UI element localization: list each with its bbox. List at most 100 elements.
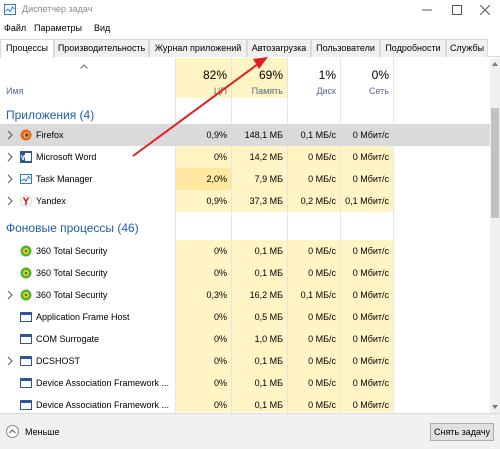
process-row-360-total-security[interactable]: 360 Total Security 0,3% 16,2 МБ 0,1 МБ/с… bbox=[0, 284, 490, 306]
disk-cell: 0,1 МБ/с bbox=[300, 130, 336, 140]
window-title: Диспетчер задач bbox=[22, 4, 93, 14]
memory-cell: 0,1 МБ bbox=[232, 394, 287, 412]
process-name: 360 Total Security bbox=[36, 268, 108, 278]
360-total-security-icon bbox=[20, 289, 32, 301]
application-window-icon bbox=[20, 400, 32, 410]
expand-chevron-icon[interactable] bbox=[6, 152, 14, 162]
expand-chevron-icon[interactable] bbox=[6, 356, 14, 366]
process-row-yandex[interactable]: Yandex 0,9% 37,3 МБ 0,2 МБ/с 0,1 Мбит/с bbox=[0, 190, 490, 212]
process-name: 360 Total Security bbox=[36, 290, 108, 300]
360-total-security-icon bbox=[20, 245, 32, 257]
memory-cell: 14,2 МБ bbox=[232, 146, 287, 168]
cpu-cell: 0% bbox=[176, 306, 231, 328]
maximize-button[interactable] bbox=[442, 0, 472, 20]
minimize-button[interactable] bbox=[412, 0, 442, 20]
application-window-icon bbox=[20, 312, 32, 322]
memory-percent[interactable]: 69% bbox=[232, 68, 283, 82]
cpu-percent[interactable]: 82% bbox=[176, 68, 227, 82]
menu-options[interactable]: Параметры bbox=[34, 23, 82, 33]
scroll-down-arrow-icon[interactable] bbox=[491, 403, 499, 411]
process-row-com-surrogate[interactable]: COM Surrogate 0% 1,0 МБ 0 МБ/с 0 Мбит/с bbox=[0, 328, 490, 350]
disk-percent[interactable]: 1% bbox=[288, 68, 336, 82]
maximize-icon bbox=[452, 5, 462, 15]
chevron-up-circle-icon bbox=[6, 425, 19, 438]
close-button[interactable] bbox=[470, 0, 500, 20]
fewer-details-label: Меньше bbox=[25, 426, 60, 437]
memory-cell: 7,9 МБ bbox=[232, 168, 287, 190]
process-name: 360 Total Security bbox=[36, 246, 108, 256]
memory-cell: 0,1 МБ bbox=[232, 350, 287, 372]
end-task-button[interactable]: Снять задачу bbox=[430, 423, 494, 441]
cpu-cell: 0,9% bbox=[176, 190, 231, 212]
network-cell: 0 Мбит/с bbox=[341, 328, 393, 350]
expand-chevron-icon[interactable] bbox=[6, 130, 14, 140]
application-window-icon bbox=[20, 334, 32, 344]
minimize-icon bbox=[422, 9, 432, 11]
process-row-dcshost[interactable]: DCSHOST 0% 0,1 МБ 0 МБ/с 0 Мбит/с bbox=[0, 350, 490, 372]
disk-cell: 0 МБ/с bbox=[288, 146, 340, 168]
cpu-cell: 2,0% bbox=[176, 168, 231, 190]
tab-app-history[interactable]: Журнал приложений bbox=[149, 39, 247, 57]
tab-users[interactable]: Пользователи bbox=[311, 39, 380, 57]
disk-cell: 0 МБ/с bbox=[288, 168, 340, 190]
network-cell: 0 Мбит/с bbox=[341, 394, 393, 412]
task-manager-window: Диспетчер задач Файл Параметры Вид Проце… bbox=[0, 0, 500, 449]
tab-startup[interactable]: Автозагрузка bbox=[247, 39, 311, 57]
cpu-cell: 0% bbox=[176, 240, 231, 262]
memory-cell: 37,3 МБ bbox=[232, 190, 287, 212]
disk-column-label[interactable]: Диск bbox=[288, 86, 336, 96]
fewer-details-button[interactable]: Меньше bbox=[6, 425, 60, 438]
footer-bar: Меньше Снять задачу bbox=[0, 413, 500, 449]
scroll-up-arrow-icon[interactable] bbox=[491, 60, 499, 68]
network-column-label[interactable]: Сеть bbox=[341, 86, 389, 96]
network-cell: 0 Мбит/с bbox=[352, 130, 389, 140]
network-cell: 0 Мбит/с bbox=[341, 240, 393, 262]
process-row-application-frame-host[interactable]: Application Frame Host 0% 0,5 МБ 0 МБ/с … bbox=[0, 306, 490, 328]
menu-view[interactable]: Вид bbox=[94, 23, 110, 33]
tab-performance[interactable]: Производительность bbox=[54, 39, 149, 57]
process-row-task-manager[interactable]: Task Manager 2,0% 7,9 МБ 0 МБ/с 0 Мбит/с bbox=[0, 168, 490, 190]
process-name: Microsoft Word bbox=[36, 152, 97, 162]
network-cell: 0 Мбит/с bbox=[341, 372, 393, 394]
disk-cell: 0 МБ/с bbox=[288, 306, 340, 328]
memory-column-label[interactable]: Память bbox=[232, 86, 283, 96]
vertical-scrollbar[interactable] bbox=[490, 58, 500, 413]
cpu-column-label[interactable]: ЦП bbox=[176, 86, 227, 96]
application-window-icon bbox=[20, 378, 32, 388]
process-row-360-total-security[interactable]: 360 Total Security 0% 0,1 МБ 0 МБ/с 0 Мб… bbox=[0, 262, 490, 284]
process-row-word[interactable]: W Microsoft Word 0% 14,2 МБ 0 МБ/с 0 Мби… bbox=[0, 146, 490, 168]
tab-services[interactable]: Службы bbox=[446, 39, 488, 57]
menu-file[interactable]: Файл bbox=[4, 23, 26, 33]
network-percent[interactable]: 0% bbox=[341, 68, 389, 82]
process-name: Yandex bbox=[36, 196, 66, 206]
scrollbar-thumb[interactable] bbox=[491, 108, 499, 218]
cpu-cell: 0% bbox=[176, 146, 231, 168]
process-row-device-association[interactable]: Device Association Framework ... 0% 0,1 … bbox=[0, 372, 490, 394]
network-cell: 0 Мбит/с bbox=[341, 262, 393, 284]
process-name: Device Association Framework ... bbox=[36, 400, 170, 410]
tab-processes[interactable]: Процессы bbox=[0, 39, 54, 58]
disk-cell: 0 МБ/с bbox=[288, 240, 340, 262]
disk-cell: 0,2 МБ/с bbox=[288, 190, 340, 212]
process-row-360-total-security[interactable]: 360 Total Security 0% 0,1 МБ 0 МБ/с 0 Мб… bbox=[0, 240, 490, 262]
process-row-device-association[interactable]: Device Association Framework ... 0% 0,1 … bbox=[0, 394, 490, 412]
task-manager-icon bbox=[20, 174, 32, 184]
menu-bar: Файл Параметры Вид bbox=[0, 22, 500, 36]
disk-cell: 0 МБ/с bbox=[288, 262, 340, 284]
360-total-security-icon bbox=[20, 267, 32, 279]
disk-cell: 0,1 МБ/с bbox=[288, 284, 340, 306]
process-name: Task Manager bbox=[36, 174, 93, 184]
title-bar: Диспетчер задач bbox=[0, 0, 500, 20]
disk-cell: 0 МБ/с bbox=[288, 372, 340, 394]
task-manager-app-icon bbox=[4, 4, 16, 15]
memory-cell: 0,1 МБ bbox=[232, 240, 287, 262]
process-name: Device Association Framework ... bbox=[36, 378, 170, 388]
column-name-header[interactable]: Имя bbox=[6, 86, 24, 96]
tab-details[interactable]: Подробности bbox=[380, 39, 446, 57]
expand-chevron-icon[interactable] bbox=[6, 196, 14, 206]
expand-chevron-icon[interactable] bbox=[6, 290, 14, 300]
disk-cell: 0 МБ/с bbox=[288, 328, 340, 350]
expand-chevron-icon[interactable] bbox=[6, 174, 14, 184]
process-row-firefox[interactable]: Firefox 0,9% 148,1 МБ 0,1 МБ/с 0 Мбит/с bbox=[0, 124, 490, 146]
application-window-icon bbox=[20, 356, 32, 366]
